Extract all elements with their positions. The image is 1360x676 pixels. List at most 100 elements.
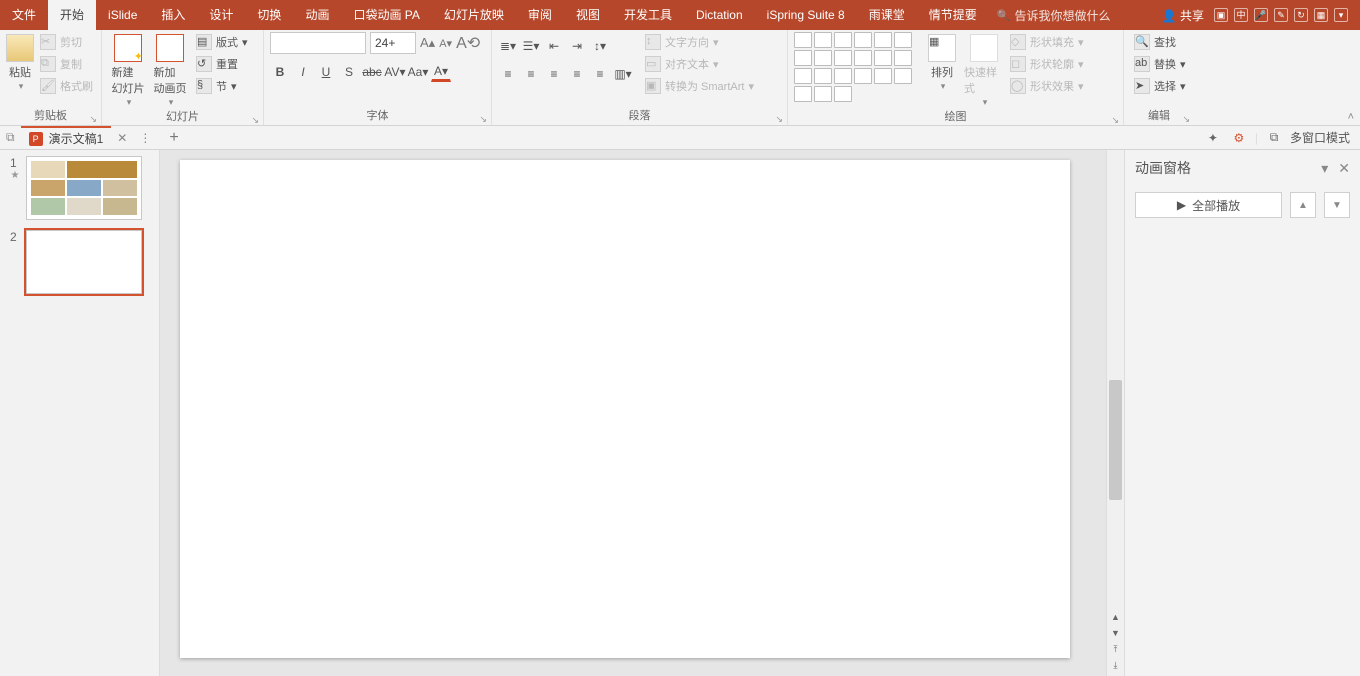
tab-menu-button[interactable]: ⋮: [133, 131, 157, 145]
shapes-gallery[interactable]: [794, 32, 920, 102]
align-right-button[interactable]: ≡: [544, 64, 564, 84]
italic-button[interactable]: I: [293, 62, 313, 82]
multiwindow-icon[interactable]: ⧉: [1264, 128, 1284, 148]
font-size-combo[interactable]: [370, 32, 416, 54]
align-text-button[interactable]: ▭对齐文本 ▾: [641, 54, 758, 74]
increase-font-icon[interactable]: A▴: [420, 35, 435, 51]
indent-dec-button[interactable]: ⇤: [544, 36, 564, 56]
tab-islide[interactable]: iSlide: [96, 0, 149, 30]
select-button[interactable]: ➤选择 ▾: [1130, 76, 1190, 96]
layout-button[interactable]: ▤版式 ▾: [192, 32, 252, 52]
tab-dictation[interactable]: Dictation: [684, 0, 755, 30]
powerpoint-icon: P: [29, 132, 43, 146]
text-direction-button[interactable]: ↕文字方向 ▾: [641, 32, 758, 52]
find-button[interactable]: 🔍查找: [1130, 32, 1190, 52]
paste-icon: [6, 34, 34, 62]
select-icon: ➤: [1134, 78, 1150, 94]
close-tab-button[interactable]: ✕: [111, 131, 133, 145]
text-dir-icon: ↕: [645, 34, 661, 50]
shape-effects-button[interactable]: ◯形状效果 ▾: [1006, 76, 1088, 96]
columns-button[interactable]: ▥▾: [613, 64, 633, 84]
bold-button[interactable]: B: [270, 62, 290, 82]
vertical-scrollbar[interactable]: ▲ ▼ ⤒ ⤓: [1106, 150, 1124, 676]
group-font-label: 字体: [270, 107, 485, 125]
restore-windows-icon[interactable]: ⧉: [0, 130, 21, 145]
tellme-search[interactable]: 告诉我你想做什么: [997, 0, 1111, 30]
tab-rain[interactable]: 雨课堂: [857, 0, 917, 30]
layout-icon: ▤: [196, 34, 212, 50]
tab-transition[interactable]: 切换: [245, 0, 293, 30]
clear-format-icon[interactable]: A⟲: [456, 33, 480, 53]
new-anim-page-button[interactable]: 新加 动画页: [150, 32, 190, 108]
numbering-button[interactable]: ☰▾: [521, 36, 541, 56]
underline-button[interactable]: U: [316, 62, 336, 82]
quick-style-icon: [970, 34, 998, 62]
font-color-button[interactable]: A ▾: [431, 62, 451, 82]
tool-ext1-icon[interactable]: ✦: [1203, 128, 1223, 148]
bullets-button[interactable]: ≣▾: [498, 36, 518, 56]
share-button[interactable]: 👤 共享: [1162, 7, 1204, 24]
decrease-font-icon[interactable]: A▾: [439, 37, 452, 50]
tab-file[interactable]: 文件: [0, 0, 48, 30]
smartart-button[interactable]: ▣转换为 SmartArt ▾: [641, 76, 758, 96]
reset-button[interactable]: ↺重置: [192, 54, 252, 74]
close-pane-button[interactable]: ✕: [1338, 160, 1350, 177]
new-slide-icon: ✦: [114, 34, 142, 62]
animation-pane-title: 动画窗格: [1135, 158, 1191, 178]
strike-button[interactable]: abc: [362, 62, 382, 82]
scrollbar-thumb[interactable]: [1109, 380, 1122, 500]
shape-outline-button[interactable]: ◻形状轮廓 ▾: [1006, 54, 1088, 74]
shadow-button[interactable]: S: [339, 62, 359, 82]
justify-button[interactable]: ≡: [567, 64, 587, 84]
prev-slide-icon[interactable]: ⤒: [1107, 644, 1124, 660]
tab-dev[interactable]: 开发工具: [612, 0, 684, 30]
align-left-button[interactable]: ≡: [498, 64, 518, 84]
indent-inc-button[interactable]: ⇥: [567, 36, 587, 56]
tab-view[interactable]: 视图: [564, 0, 612, 30]
find-icon: 🔍: [1134, 34, 1150, 50]
collapse-ribbon-button[interactable]: ˄: [1348, 111, 1354, 123]
play-all-button[interactable]: ▶ 全部播放: [1135, 192, 1282, 218]
slide-canvas[interactable]: [180, 160, 1070, 658]
copy-button[interactable]: ⧉复制: [36, 54, 97, 74]
new-tab-button[interactable]: +: [163, 129, 184, 147]
scroll-up-icon[interactable]: ▲: [1107, 612, 1124, 628]
next-slide-icon[interactable]: ⤓: [1107, 660, 1124, 676]
distribute-button[interactable]: ≡: [590, 64, 610, 84]
thumb-slide-1[interactable]: 1 ★: [10, 156, 149, 220]
align-center-button[interactable]: ≡: [521, 64, 541, 84]
tab-ispring[interactable]: iSpring Suite 8: [755, 0, 857, 30]
section-button[interactable]: §节 ▾: [192, 76, 252, 96]
quick-style-button[interactable]: 快速样式: [964, 32, 1004, 108]
tab-animation[interactable]: 动画: [293, 0, 341, 30]
tab-slideshow[interactable]: 幻灯片放映: [432, 0, 516, 30]
tab-insert[interactable]: 插入: [149, 0, 197, 30]
font-family-combo[interactable]: [270, 32, 366, 54]
tab-review[interactable]: 审阅: [516, 0, 564, 30]
paste-button[interactable]: 粘贴: [6, 32, 34, 92]
arrange-button[interactable]: ▦ 排列: [922, 32, 962, 92]
brush-icon: 🖌: [40, 78, 56, 94]
line-spacing-button[interactable]: ↕▾: [590, 36, 610, 56]
fill-icon: ◇: [1010, 34, 1026, 50]
shape-fill-button[interactable]: ◇形状填充 ▾: [1006, 32, 1088, 52]
tool-ext2-icon[interactable]: ⚙: [1229, 128, 1249, 148]
char-spacing-button[interactable]: AV▾: [385, 62, 405, 82]
group-drawing-label: 绘图: [794, 108, 1117, 126]
change-case-button[interactable]: Aa ▾: [408, 62, 428, 82]
pane-options-button[interactable]: ▾: [1321, 160, 1328, 177]
tab-plot[interactable]: 情节提要: [917, 0, 989, 30]
cut-button[interactable]: ✂剪切: [36, 32, 97, 52]
multiwindow-label[interactable]: 多窗口模式: [1290, 129, 1350, 146]
tab-design[interactable]: 设计: [197, 0, 245, 30]
tab-start[interactable]: 开始: [48, 0, 96, 30]
format-painter-button[interactable]: 🖌格式刷: [36, 76, 97, 96]
thumb-slide-2[interactable]: 2: [10, 230, 149, 294]
move-down-button[interactable]: ▼: [1324, 192, 1350, 218]
new-slide-button[interactable]: ✦ 新建 幻灯片: [108, 32, 148, 108]
move-up-button[interactable]: ▲: [1290, 192, 1316, 218]
scroll-down-icon[interactable]: ▼: [1107, 628, 1124, 644]
doc-tab[interactable]: P 演示文稿1: [21, 126, 112, 149]
replace-button[interactable]: ab替换 ▾: [1130, 54, 1190, 74]
tab-pocket-anim[interactable]: 口袋动画 PA: [341, 0, 431, 30]
